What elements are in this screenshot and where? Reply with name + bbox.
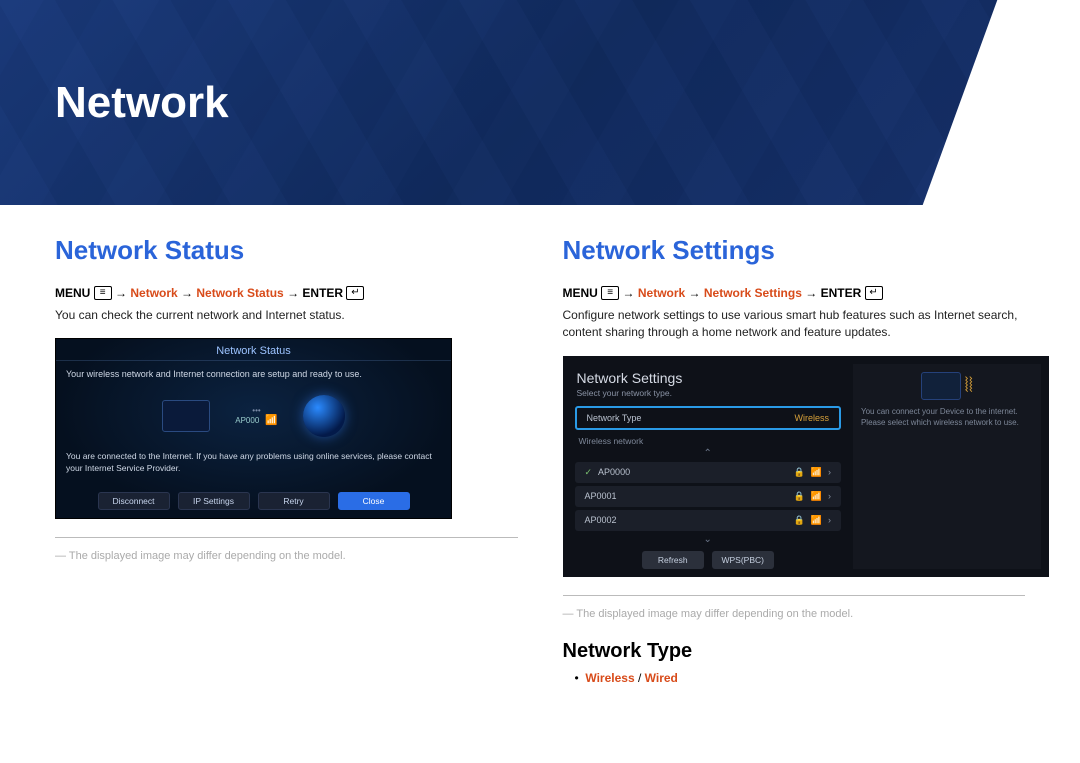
network-status-description: You can check the current network and In… <box>55 307 518 324</box>
breadcrumb-segment: Network Status <box>196 286 283 300</box>
disconnect-button[interactable]: Disconnect <box>98 492 170 510</box>
menu-icon <box>601 286 619 300</box>
network-status-breadcrumb: MENU → Network → Network Status → ENTER <box>55 286 518 301</box>
network-type-value: Wireless <box>794 413 829 423</box>
ap-name: AP0001 <box>585 491 617 501</box>
ap-list-item[interactable]: AP0001 🔒 📶 › <box>575 486 841 507</box>
connection-info-msg: You are connected to the Internet. If yo… <box>56 443 451 482</box>
network-type-selector[interactable]: Network Type Wireless <box>575 406 841 430</box>
chevron-right-icon: › <box>828 491 831 501</box>
globe-icon <box>303 395 345 437</box>
footnote-text: The displayed image may differ depending… <box>576 608 853 620</box>
breadcrumb-segment: Network <box>638 286 685 300</box>
chevron-down-icon: ⌄ <box>571 534 845 545</box>
lock-icon: 🔒 <box>794 491 805 502</box>
panel-title: Network Settings <box>577 370 845 386</box>
network-type-label: Network Type <box>587 413 642 423</box>
breadcrumb-segment: Network Settings <box>704 286 802 300</box>
content-area: Network Status MENU → Network → Network … <box>0 205 1080 685</box>
screenshot-button-row: Disconnect IP Settings Retry Close <box>56 492 451 510</box>
connection-status-msg: Your wireless network and Internet conne… <box>56 361 451 387</box>
enter-icon <box>346 286 364 300</box>
menu-icon <box>94 286 112 300</box>
chevron-right-icon: › <box>828 467 831 477</box>
network-settings-heading: Network Settings <box>563 235 1026 266</box>
menu-label: MENU <box>563 286 598 300</box>
refresh-button[interactable]: Refresh <box>642 551 704 569</box>
chapter-banner: Network <box>0 0 1080 205</box>
network-status-screenshot: Network Status Your wireless network and… <box>55 338 452 519</box>
ap-name: AP000 <box>235 416 259 425</box>
lock-icon: 🔒 <box>794 515 805 526</box>
chapter-title: Network <box>55 78 229 128</box>
option-wired: Wired <box>645 671 678 685</box>
panel-subtitle: Select your network type. <box>577 388 845 398</box>
wps-button[interactable]: WPS(PBC) <box>712 551 774 569</box>
footnote-text: The displayed image may differ depending… <box>69 550 346 562</box>
network-settings-breadcrumb: MENU → Network → Network Settings → ENTE… <box>563 286 1026 301</box>
divider <box>563 595 1026 596</box>
enter-icon <box>865 286 883 300</box>
network-status-column: Network Status MENU → Network → Network … <box>55 235 518 685</box>
enter-label: ENTER <box>821 286 862 300</box>
chevron-right-icon: › <box>828 515 831 525</box>
network-status-heading: Network Status <box>55 235 518 266</box>
breadcrumb-segment: Network <box>130 286 177 300</box>
signal-icon: 📶 <box>811 491 822 502</box>
divider <box>55 537 518 538</box>
network-settings-description: Configure network settings to use variou… <box>563 307 1026 342</box>
close-button[interactable]: Close <box>338 492 410 510</box>
screenshot-title: Network Status <box>56 339 451 361</box>
signal-icon: 📶 <box>811 515 822 526</box>
ap-list-item[interactable]: AP0002 🔒 📶 › <box>575 510 841 531</box>
network-type-subheading: Network Type <box>563 640 1026 663</box>
ip-settings-button[interactable]: IP Settings <box>178 492 250 510</box>
check-icon: ✓ <box>585 467 593 477</box>
signal-icon: 📶 <box>265 415 277 426</box>
network-type-options: • Wireless / Wired <box>575 671 1026 685</box>
ap-list-item[interactable]: ✓ AP0000 🔒 📶 › <box>575 462 841 483</box>
menu-label: MENU <box>55 286 90 300</box>
ap-name: AP0002 <box>585 515 617 525</box>
enter-label: ENTER <box>302 286 343 300</box>
wireless-list-label: Wireless network <box>579 436 837 446</box>
connection-graphic: ••• AP000 📶 <box>56 387 451 443</box>
chevron-up-icon: ⌃ <box>571 448 845 459</box>
option-wireless: Wireless <box>585 671 634 685</box>
wifi-illustration: ⦚⦚ <box>921 372 973 400</box>
signal-icon: 📶 <box>811 467 822 478</box>
access-point-row: AP000 📶 <box>235 415 277 426</box>
side-help-text: You can connect your Device to the inter… <box>861 406 1033 428</box>
network-status-footnote: ― The displayed image may differ dependi… <box>55 550 518 562</box>
network-settings-column: Network Settings MENU → Network → Networ… <box>563 235 1026 685</box>
retry-button[interactable]: Retry <box>258 492 330 510</box>
network-settings-screenshot: Network Settings Select your network typ… <box>563 356 1049 577</box>
device-icon <box>162 400 210 432</box>
ap-name: AP0000 <box>598 467 630 477</box>
wifi-waves-icon: ⦚⦚ <box>965 376 973 396</box>
device-icon <box>921 372 961 400</box>
lock-icon: 🔒 <box>794 467 805 478</box>
network-settings-footnote: ― The displayed image may differ dependi… <box>563 608 1026 620</box>
